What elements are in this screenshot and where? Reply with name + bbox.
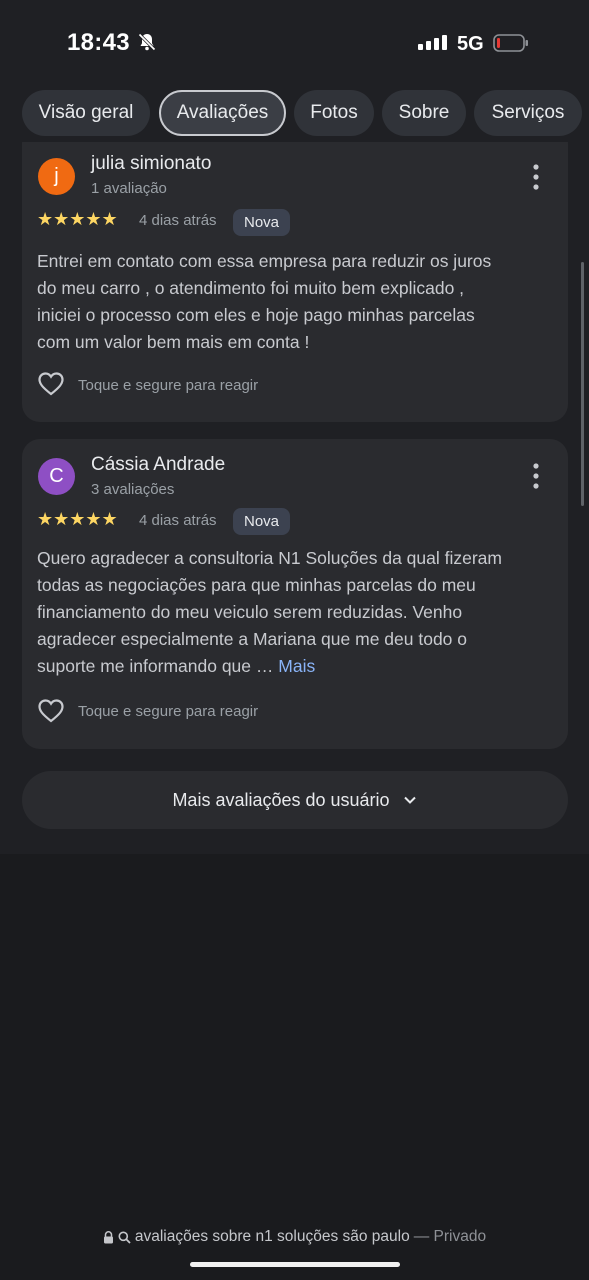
reviewer-review-count: 3 avaliações bbox=[91, 481, 175, 498]
signal-icon bbox=[418, 35, 447, 50]
review-text-line: Quero agradecer a consultoria N1 Soluçõe… bbox=[37, 548, 502, 568]
review-card: C Cássia Andrade 3 avaliações ★★★★★ 4 di… bbox=[22, 439, 568, 749]
review-text-line: agradecer especialmente a Mariana que me… bbox=[37, 629, 467, 649]
network-type: 5G bbox=[457, 33, 484, 55]
read-more-link[interactable]: Mais bbox=[278, 656, 315, 676]
review-text-truncated: suporte me informando que … bbox=[37, 656, 274, 676]
reviewer-name[interactable]: julia simionato bbox=[91, 153, 211, 175]
bell-muted-icon bbox=[138, 33, 156, 51]
review-text-line: do meu carro , o atendimento foi muito b… bbox=[37, 278, 465, 298]
battery-low-icon bbox=[493, 34, 528, 52]
react-hint[interactable]: Toque e segure para reagir bbox=[78, 377, 258, 394]
review-date: 4 dias atrás bbox=[139, 512, 217, 529]
review-date: 4 dias atrás bbox=[139, 212, 217, 229]
scrollbar[interactable] bbox=[581, 262, 584, 506]
reviewer-name[interactable]: Cássia Andrade bbox=[91, 454, 225, 476]
new-badge: Nova bbox=[233, 508, 291, 535]
review-card: j julia simionato 1 avaliação ★★★★★ 4 di… bbox=[22, 142, 568, 422]
star-rating: ★★★★★ bbox=[37, 509, 118, 529]
review-text-line: com um valor bem mais em conta ! bbox=[37, 332, 310, 352]
review-text-line: financiamento do meu veiculo serem reduz… bbox=[37, 602, 463, 622]
more-options-icon[interactable] bbox=[532, 463, 540, 489]
chevron-down-icon bbox=[403, 796, 416, 804]
review-text-line: Entrei em contato com essa empresa para … bbox=[37, 251, 492, 271]
status-time: 18:43 bbox=[67, 29, 130, 56]
review-text: Quero agradecer a consultoria N1 Soluçõe… bbox=[37, 545, 547, 680]
status-bar: 18:43 5G bbox=[0, 0, 589, 86]
url-bar[interactable]: avaliações sobre n1 soluções são paulo —… bbox=[0, 1222, 589, 1252]
more-reviews-button[interactable]: Mais avaliações do usuário bbox=[22, 771, 568, 829]
private-mode-label: — Privado bbox=[413, 1228, 487, 1245]
tab-avaliacoes[interactable]: Avaliações bbox=[159, 90, 286, 136]
heart-icon[interactable] bbox=[38, 699, 64, 723]
heart-icon[interactable] bbox=[38, 372, 64, 396]
lock-icon bbox=[103, 1230, 113, 1243]
tab-bar: Visão geral Avaliações Fotos Sobre Servi… bbox=[0, 86, 589, 142]
review-text-line: iniciei o processo com eles e hoje pago … bbox=[37, 305, 475, 325]
new-badge: Nova bbox=[233, 209, 291, 236]
avatar[interactable]: C bbox=[38, 458, 75, 495]
tab-sobre[interactable]: Sobre bbox=[382, 90, 466, 136]
review-text-line: todas as negociações para que minhas par… bbox=[37, 575, 476, 595]
home-indicator[interactable] bbox=[190, 1262, 400, 1267]
more-options-icon[interactable] bbox=[532, 164, 540, 190]
avatar[interactable]: j bbox=[38, 158, 75, 195]
review-text: Entrei em contato com essa empresa para … bbox=[37, 248, 547, 356]
tab-visao-geral[interactable]: Visão geral bbox=[22, 90, 150, 136]
tab-fotos[interactable]: Fotos bbox=[294, 90, 374, 136]
star-rating: ★★★★★ bbox=[37, 209, 118, 229]
reviewer-review-count: 1 avaliação bbox=[91, 180, 167, 197]
tab-servicos[interactable]: Serviços bbox=[474, 90, 582, 136]
search-icon bbox=[118, 1231, 131, 1244]
reviews-feed: j julia simionato 1 avaliação ★★★★★ 4 di… bbox=[0, 142, 589, 854]
url-query: avaliações sobre n1 soluções são paulo bbox=[134, 1228, 410, 1245]
review-text-line: suporte me informando que … Mais bbox=[37, 653, 547, 680]
react-hint[interactable]: Toque e segure para reagir bbox=[78, 703, 258, 720]
more-reviews-label: Mais avaliações do usuário bbox=[172, 789, 390, 810]
